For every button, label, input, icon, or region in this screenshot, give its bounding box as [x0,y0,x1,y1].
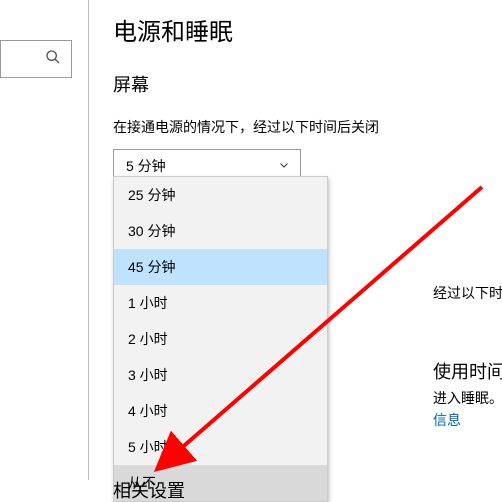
right-panel-link[interactable]: 信息 [433,410,461,430]
page-title: 电源和睡眠 [113,12,502,47]
dropdown-option[interactable]: 5 小时 [114,429,327,465]
screen-off-selected: 5 分钟 [126,156,166,176]
vertical-divider [88,0,89,480]
dropdown-listbox[interactable]: 25 分钟30 分钟45 分钟1 小时2 小时3 小时4 小时5 小时从不 [113,176,328,502]
dropdown-option[interactable]: 30 分钟 [114,213,327,249]
sleep-label-fragment: 经过以下时间后进入睡眠状态 [433,283,502,303]
right-panel-title: 使用时间 [433,358,502,384]
right-panel-sub: 进入睡眠。 [433,388,502,408]
dropdown-option[interactable]: 45 分钟 [114,249,327,285]
related-settings-title: 相关设置 [113,477,185,502]
dropdown-option[interactable]: 1 小时 [114,285,327,321]
dropdown-option[interactable]: 2 小时 [114,321,327,357]
main-content: 电源和睡眠 屏幕 在接通电源的情况下，经过以下时间后关闭 5 分钟 25 分钟3… [113,0,502,502]
dropdown-option[interactable]: 3 小时 [114,357,327,393]
chevron-down-icon [278,158,290,174]
section-screen-title: 屏幕 [113,71,502,97]
search-icon [45,49,61,70]
dropdown-option[interactable]: 25 分钟 [114,177,327,213]
screen-off-label: 在接通电源的情况下，经过以下时间后关闭 [113,117,502,137]
search-box[interactable] [0,40,72,78]
dropdown-option[interactable]: 4 小时 [114,393,327,429]
